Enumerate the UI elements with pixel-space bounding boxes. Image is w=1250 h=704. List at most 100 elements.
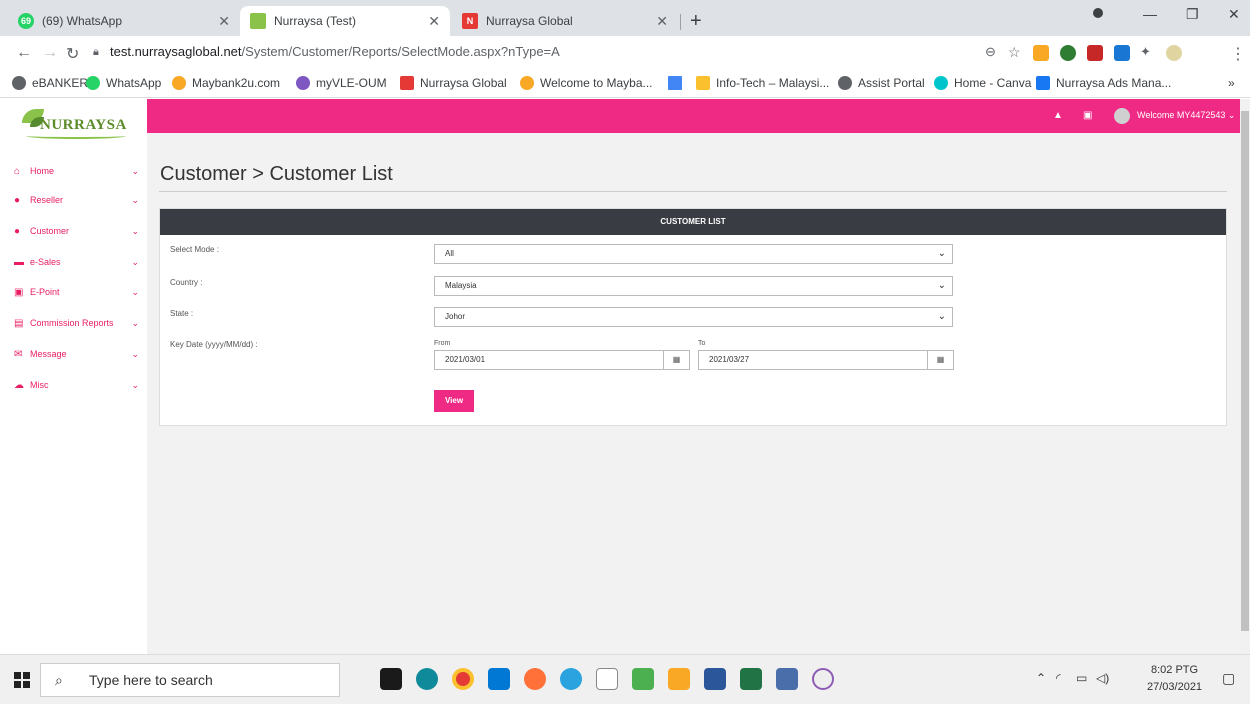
- maybank-icon: [520, 76, 534, 90]
- bookmark-ebanker[interactable]: eBANKER: [12, 76, 88, 90]
- state-dropdown[interactable]: Johor ⌄: [434, 307, 953, 327]
- taskbar-search-box[interactable]: ⌕ Type here to search: [40, 663, 340, 697]
- address-toolbar: ← → ↻ 🔒︎ test.nurraysaglobal.net/System/…: [0, 36, 1250, 72]
- avatar[interactable]: [1114, 108, 1130, 124]
- bookmark-info-tech[interactable]: Info-Tech – Malaysi...: [696, 76, 829, 90]
- bookmark-canva[interactable]: Home - Canva: [934, 76, 1031, 90]
- close-tab-icon[interactable]: ✕: [656, 13, 668, 30]
- myvle-icon: [296, 76, 310, 90]
- bookmark-whatsapp[interactable]: WhatsApp: [86, 76, 161, 90]
- bookmark-star-icon[interactable]: ☆: [1008, 44, 1021, 61]
- chevron-down-icon: ⌄: [131, 286, 139, 297]
- sidebar-item-message[interactable]: ✉ Message ⌄: [14, 345, 139, 363]
- edge-app-icon[interactable]: [416, 668, 438, 690]
- windows-taskbar: ⌕ Type here to search ⌃ ◜ ▭ ◁) 8:02 PTG …: [0, 654, 1250, 704]
- volume-icon[interactable]: ◁): [1096, 671, 1109, 685]
- select-mode-dropdown[interactable]: All ⌄: [434, 244, 953, 264]
- calendar-icon[interactable]: ▦: [663, 351, 689, 369]
- shopping-extension-icon[interactable]: [1033, 45, 1049, 61]
- users-icon: ●: [14, 225, 21, 237]
- sidebar-item-home[interactable]: ⌂ Home ⌄: [14, 162, 139, 180]
- card-icon: ▣: [14, 286, 24, 298]
- bookmarks-overflow-icon[interactable]: »: [1228, 76, 1235, 90]
- view-button[interactable]: View: [434, 390, 474, 412]
- tab-nurraysa-test[interactable]: Nurraysa (Test) ✕: [240, 6, 450, 36]
- cloud-icon: ☁: [14, 379, 24, 391]
- search-icon: ⌕: [55, 672, 63, 688]
- nurraysa-logo[interactable]: NURRAYSA: [22, 105, 132, 141]
- bookmark-maybank2u[interactable]: Maybank2u.com: [172, 76, 280, 90]
- bookmark-nurraysa-global[interactable]: Nurraysa Global: [400, 76, 507, 90]
- spreadsheet-app-icon[interactable]: [632, 668, 654, 690]
- bookmark-assist-portal[interactable]: Assist Portal: [838, 76, 925, 90]
- to-label: To: [698, 340, 706, 347]
- canva-icon: [934, 76, 948, 90]
- pdf-extension-icon[interactable]: [1087, 45, 1103, 61]
- message-box-icon[interactable]: ▣: [1083, 110, 1092, 121]
- puzzle-extensions-icon[interactable]: ✦: [1140, 44, 1151, 60]
- bookmarks-bar: eBANKER WhatsApp Maybank2u.com myVLE-OUM…: [0, 72, 1250, 98]
- tab-nurraysa-global[interactable]: N Nurraysa Global ✕: [452, 6, 678, 36]
- report-icon: ▤: [14, 317, 24, 329]
- sidebar-item-e-point[interactable]: ▣ E-Point ⌄: [14, 283, 139, 301]
- tray-chevron-up-icon[interactable]: ⌃: [1036, 671, 1046, 685]
- wifi-icon[interactable]: ◜: [1056, 671, 1061, 685]
- profile-dot-icon[interactable]: [1093, 8, 1103, 18]
- country-dropdown[interactable]: Malaysia ⌄: [434, 276, 953, 296]
- bookmark-microsoft[interactable]: [668, 76, 688, 90]
- sidebar-item-customer[interactable]: ● Customer ⌄: [14, 222, 139, 240]
- bookmark-welcome-maybank[interactable]: Welcome to Mayba...: [520, 76, 653, 90]
- file-explorer-icon[interactable]: [668, 668, 690, 690]
- close-tab-icon[interactable]: ✕: [428, 13, 440, 30]
- profile-avatar-icon[interactable]: [1166, 45, 1182, 61]
- sidebar-item-commission-reports[interactable]: ▤ Commission Reports ⌄: [14, 314, 139, 332]
- screen-extension-icon[interactable]: [1114, 45, 1130, 61]
- battery-icon[interactable]: ▭: [1076, 671, 1087, 685]
- welcome-user-menu[interactable]: Welcome MY4472543 ⌄: [1137, 110, 1235, 121]
- url-host: test.nurraysaglobal.net: [110, 44, 242, 59]
- excel-app-icon[interactable]: [740, 668, 762, 690]
- menu-kebab-icon[interactable]: ⋮: [1230, 44, 1246, 64]
- close-window-icon[interactable]: ✕: [1228, 6, 1240, 23]
- panel-title: CUSTOMER LIST: [160, 209, 1226, 235]
- forward-arrow-icon[interactable]: →: [42, 44, 58, 62]
- store-app-icon[interactable]: [380, 668, 402, 690]
- windows-start-icon[interactable]: [14, 672, 30, 688]
- bookmark-myvle[interactable]: myVLE-OUM: [296, 76, 387, 90]
- document-app-icon[interactable]: [596, 668, 618, 690]
- calendar-icon[interactable]: ▦: [927, 351, 953, 369]
- page-scrollbar[interactable]: [1240, 99, 1250, 654]
- bookmark-nurraysa-ads[interactable]: Nurraysa Ads Mana...: [1036, 76, 1171, 90]
- tab-whatsapp[interactable]: 69 (69) WhatsApp ✕: [8, 6, 240, 36]
- taskbar-clock[interactable]: 8:02 PTG 27/03/2021: [1147, 662, 1202, 696]
- chrome-app-icon[interactable]: [452, 668, 474, 690]
- bell-icon[interactable]: ▲: [1053, 110, 1063, 121]
- telegram-app-icon[interactable]: [560, 668, 582, 690]
- chevron-down-icon: ⌄: [131, 194, 139, 205]
- firefox-app-icon[interactable]: [524, 668, 546, 690]
- address-bar[interactable]: test.nurraysaglobal.net/System/Customer/…: [110, 44, 560, 59]
- zoom-icon[interactable]: ⊖: [985, 44, 996, 60]
- back-arrow-icon[interactable]: ←: [16, 44, 32, 62]
- sidebar-item-misc[interactable]: ☁ Misc ⌄: [14, 376, 139, 394]
- minimize-icon[interactable]: —: [1143, 6, 1157, 22]
- nurraysa-icon: [400, 76, 414, 90]
- restore-icon[interactable]: ❐: [1186, 6, 1199, 23]
- word-app-icon[interactable]: [704, 668, 726, 690]
- sidebar-item-reseller[interactable]: ● Reseller ⌄: [14, 191, 139, 209]
- logo-text: NURRAYSA: [40, 117, 127, 133]
- close-tab-icon[interactable]: ✕: [218, 13, 230, 30]
- scrollbar-thumb[interactable]: [1241, 111, 1249, 631]
- sidebar-item-e-sales[interactable]: ▬ e-Sales ⌄: [14, 253, 139, 271]
- mail-app-icon[interactable]: [488, 668, 510, 690]
- notification-icon[interactable]: ▢: [1222, 670, 1235, 687]
- top-header-bar: ▲ ▣ Welcome MY4472543 ⌄: [147, 99, 1240, 133]
- snipping-tool-icon[interactable]: [812, 668, 834, 690]
- new-tab-plus-icon[interactable]: +: [690, 10, 702, 33]
- from-date-input[interactable]: 2021/03/01 ▦: [434, 350, 690, 370]
- whatsapp-favicon-icon: 69: [18, 13, 34, 29]
- shield-extension-icon[interactable]: [1060, 45, 1076, 61]
- app-icon[interactable]: [776, 668, 798, 690]
- reload-icon[interactable]: ↻: [66, 44, 79, 64]
- to-date-input[interactable]: 2021/03/27 ▦: [698, 350, 954, 370]
